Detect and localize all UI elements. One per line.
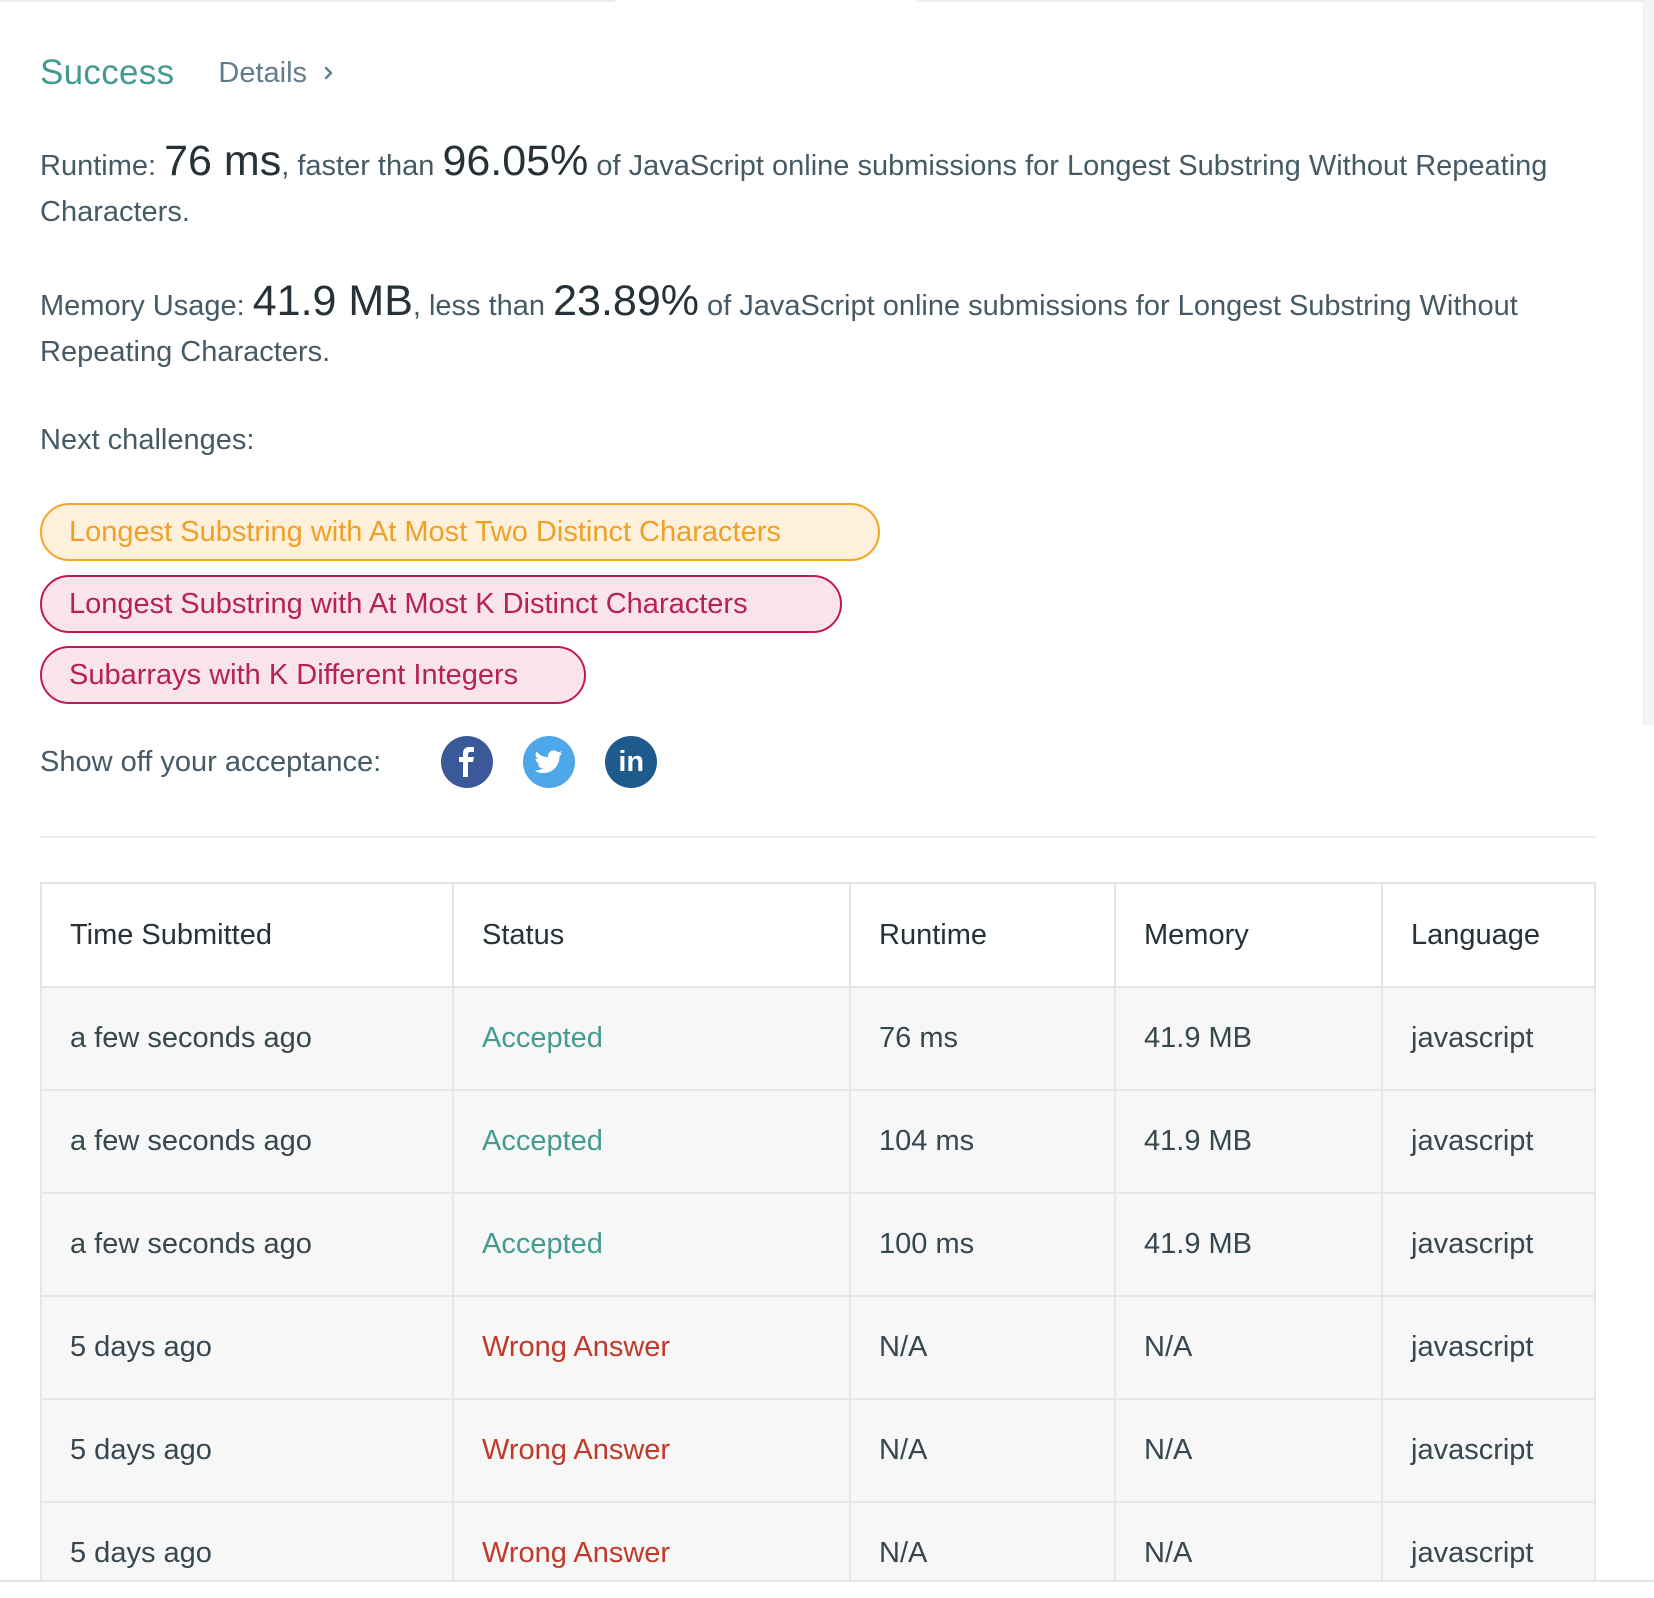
cell-time: a few seconds ago	[42, 1193, 454, 1297]
cell-status[interactable]: Wrong Answer	[453, 1399, 851, 1503]
column-header-memory[interactable]: Memory	[1115, 884, 1383, 988]
table-row: 5 days ago Wrong Answer N/A N/A javascri…	[42, 1399, 1594, 1503]
table-row: a few seconds ago Accepted 104 ms 41.9 M…	[42, 1090, 1594, 1194]
cell-status[interactable]: Accepted	[453, 1090, 851, 1194]
facebook-icon[interactable]	[441, 736, 494, 788]
cell-runtime: N/A	[850, 1399, 1116, 1503]
cell-time: a few seconds ago	[42, 987, 454, 1091]
runtime-comparison: , faster than	[281, 150, 435, 182]
cell-time: 5 days ago	[42, 1502, 454, 1582]
cell-memory: N/A	[1115, 1296, 1383, 1400]
linkedin-icon-text: in	[618, 745, 645, 778]
cell-language: javascript	[1382, 1193, 1594, 1297]
cell-runtime: 100 ms	[850, 1193, 1116, 1297]
cell-memory: 41.9 MB	[1115, 1193, 1383, 1297]
cell-memory: N/A	[1115, 1502, 1383, 1582]
cell-language: javascript	[1382, 1296, 1594, 1400]
top-border-left	[0, 0, 615, 2]
table-row: a few seconds ago Accepted 100 ms 41.9 M…	[42, 1193, 1594, 1297]
cell-time: a few seconds ago	[42, 1090, 454, 1194]
memory-label: Memory Usage:	[40, 290, 245, 322]
cell-runtime: 104 ms	[850, 1090, 1116, 1194]
twitter-icon[interactable]	[523, 736, 576, 788]
cell-status[interactable]: Accepted	[453, 1193, 851, 1297]
cell-memory: 41.9 MB	[1115, 1090, 1383, 1194]
column-header-status[interactable]: Status	[453, 884, 851, 988]
scrollbar[interactable]	[1643, 0, 1654, 725]
cell-runtime: N/A	[850, 1502, 1116, 1582]
bottom-border	[0, 1580, 1654, 1582]
cell-time: 5 days ago	[42, 1296, 454, 1400]
cell-memory: 41.9 MB	[1115, 987, 1383, 1091]
cell-memory: N/A	[1115, 1399, 1383, 1503]
column-header-language[interactable]: Language	[1382, 884, 1594, 988]
challenge-chip-two-distinct[interactable]: Longest Substring with At Most Two Disti…	[40, 503, 880, 561]
runtime-stat: Runtime: 76 ms, faster than 96.05% of Ja…	[40, 138, 1580, 235]
cell-time: 5 days ago	[42, 1399, 454, 1503]
top-border-right	[917, 0, 1654, 2]
cell-status[interactable]: Wrong Answer	[453, 1296, 851, 1400]
table-row: 5 days ago Wrong Answer N/A N/A javascri…	[42, 1502, 1594, 1582]
cell-status[interactable]: Wrong Answer	[453, 1502, 851, 1582]
chevron-right-icon	[323, 57, 335, 90]
share-label: Show off your acceptance:	[40, 745, 382, 778]
table-row: a few seconds ago Accepted 76 ms 41.9 MB…	[42, 987, 1594, 1091]
linkedin-icon[interactable]: in	[605, 736, 658, 788]
column-header-time[interactable]: Time Submitted	[42, 884, 454, 988]
table-header-row: Time Submitted Status Runtime Memory Lan…	[42, 884, 1594, 988]
submissions-table-container: Time Submitted Status Runtime Memory Lan…	[40, 882, 1596, 1582]
cell-runtime: 76 ms	[850, 987, 1116, 1091]
details-label: Details	[218, 56, 308, 89]
submission-result-page: Success Details Runtime: 76 ms, faster t…	[0, 0, 1654, 1598]
next-challenges-label: Next challenges:	[40, 424, 255, 456]
memory-comparison: , less than	[412, 290, 546, 322]
runtime-percent: 96.05%	[442, 137, 589, 185]
column-header-runtime[interactable]: Runtime	[850, 884, 1116, 988]
memory-stat: Memory Usage: 41.9 MB, less than 23.89% …	[40, 278, 1580, 375]
cell-language: javascript	[1382, 1090, 1594, 1194]
section-divider	[40, 836, 1596, 838]
result-status: Success	[40, 53, 175, 92]
memory-percent: 23.89%	[553, 277, 699, 325]
table-row: 5 days ago Wrong Answer N/A N/A javascri…	[42, 1296, 1594, 1400]
share-row: Show off your acceptance: in	[40, 735, 658, 789]
cell-language: javascript	[1382, 1399, 1594, 1503]
runtime-value: 76 ms	[164, 137, 282, 185]
details-link[interactable]: Details	[218, 57, 335, 90]
challenge-chip-subarrays[interactable]: Subarrays with K Different Integers	[40, 646, 586, 704]
submissions-table: Time Submitted Status Runtime Memory Lan…	[42, 884, 1594, 1582]
memory-value: 41.9 MB	[252, 277, 413, 325]
cell-runtime: N/A	[850, 1296, 1116, 1400]
cell-language: javascript	[1382, 1502, 1594, 1582]
challenge-chip-k-distinct[interactable]: Longest Substring with At Most K Distinc…	[40, 575, 842, 633]
cell-language: javascript	[1382, 987, 1594, 1091]
cell-status[interactable]: Accepted	[453, 987, 851, 1091]
runtime-label: Runtime:	[40, 150, 157, 182]
result-header: Success Details	[40, 48, 335, 98]
